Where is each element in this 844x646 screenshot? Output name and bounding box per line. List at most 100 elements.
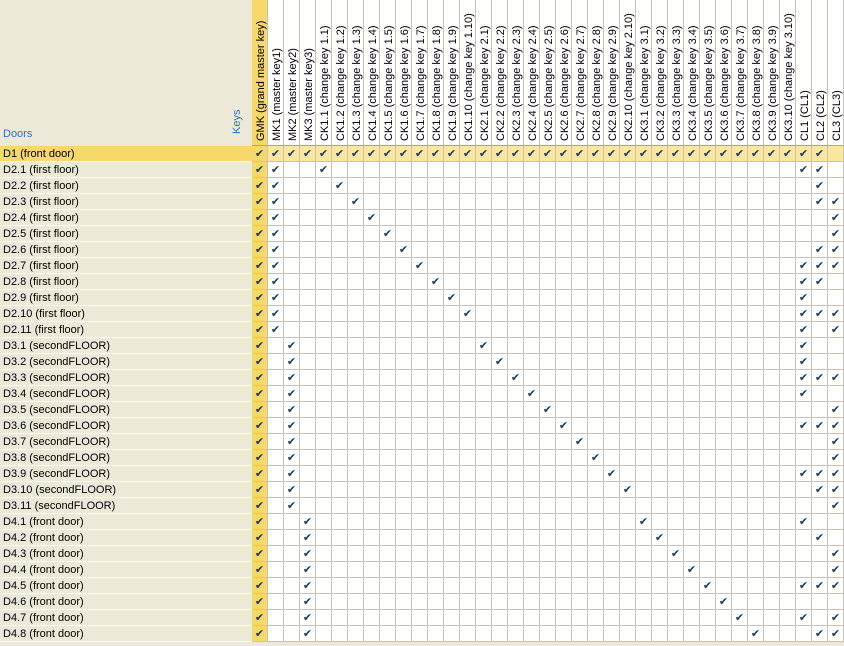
matrix-cell[interactable]	[524, 466, 540, 482]
matrix-cell[interactable]	[396, 530, 412, 546]
matrix-cell[interactable]	[652, 562, 668, 578]
matrix-cell[interactable]	[412, 514, 428, 530]
matrix-cell[interactable]	[556, 546, 572, 562]
door-row-header[interactable]: D3.4 (secondFLOOR)	[0, 386, 252, 402]
matrix-cell[interactable]	[732, 386, 748, 402]
matrix-cell[interactable]	[556, 514, 572, 530]
matrix-cell[interactable]	[572, 274, 588, 290]
matrix-cell[interactable]	[556, 626, 572, 642]
matrix-cell[interactable]	[508, 482, 524, 498]
matrix-cell[interactable]	[764, 290, 780, 306]
matrix-cell[interactable]	[476, 370, 492, 386]
matrix-cell[interactable]	[700, 162, 716, 178]
matrix-cell[interactable]	[316, 594, 332, 610]
matrix-cell[interactable]	[604, 306, 620, 322]
matrix-cell[interactable]	[316, 482, 332, 498]
matrix-cell[interactable]: ✔	[412, 146, 428, 162]
door-row-header[interactable]: D3.11 (secondFLOOR)	[0, 498, 252, 514]
matrix-cell[interactable]	[476, 402, 492, 418]
matrix-cell[interactable]	[700, 530, 716, 546]
matrix-cell[interactable]	[652, 210, 668, 226]
matrix-cell[interactable]	[652, 594, 668, 610]
matrix-cell[interactable]	[556, 450, 572, 466]
matrix-cell[interactable]	[700, 290, 716, 306]
matrix-cell[interactable]	[476, 354, 492, 370]
key-column-header[interactable]: CK3.9 (change key 3.9)	[764, 0, 780, 146]
matrix-cell[interactable]: ✔	[252, 434, 268, 450]
matrix-cell[interactable]	[428, 162, 444, 178]
matrix-cell[interactable]	[540, 258, 556, 274]
matrix-cell[interactable]	[364, 578, 380, 594]
matrix-cell[interactable]	[780, 610, 796, 626]
door-row-header[interactable]: D4.3 (front door)	[0, 546, 252, 562]
matrix-cell[interactable]: ✔	[796, 322, 812, 338]
matrix-cell[interactable]	[620, 594, 636, 610]
matrix-cell[interactable]	[652, 290, 668, 306]
matrix-cell[interactable]	[780, 354, 796, 370]
matrix-cell[interactable]: ✔	[812, 418, 828, 434]
matrix-cell[interactable]	[412, 226, 428, 242]
matrix-cell[interactable]	[764, 562, 780, 578]
matrix-cell[interactable]	[348, 162, 364, 178]
matrix-cell[interactable]	[668, 242, 684, 258]
matrix-cell[interactable]: ✔	[300, 530, 316, 546]
matrix-cell[interactable]	[652, 386, 668, 402]
matrix-cell[interactable]	[412, 594, 428, 610]
matrix-cell[interactable]	[780, 162, 796, 178]
matrix-cell[interactable]	[716, 306, 732, 322]
matrix-cell[interactable]	[604, 562, 620, 578]
matrix-cell[interactable]	[700, 626, 716, 642]
matrix-cell[interactable]	[396, 434, 412, 450]
matrix-cell[interactable]	[524, 242, 540, 258]
matrix-cell[interactable]	[556, 322, 572, 338]
matrix-cell[interactable]	[316, 258, 332, 274]
matrix-cell[interactable]: ✔	[268, 306, 284, 322]
matrix-cell[interactable]	[380, 450, 396, 466]
matrix-cell[interactable]	[636, 578, 652, 594]
key-column-header[interactable]: CK3.5 (change key 3.5)	[700, 0, 716, 146]
matrix-cell[interactable]	[396, 162, 412, 178]
matrix-cell[interactable]	[716, 242, 732, 258]
matrix-cell[interactable]	[684, 386, 700, 402]
matrix-cell[interactable]	[684, 354, 700, 370]
matrix-cell[interactable]: ✔	[284, 450, 300, 466]
matrix-cell[interactable]	[460, 290, 476, 306]
matrix-cell[interactable]	[476, 610, 492, 626]
matrix-cell[interactable]: ✔	[828, 242, 844, 258]
matrix-cell[interactable]	[332, 290, 348, 306]
matrix-cell[interactable]	[636, 370, 652, 386]
matrix-cell[interactable]	[428, 306, 444, 322]
matrix-cell[interactable]	[508, 226, 524, 242]
matrix-cell[interactable]	[604, 226, 620, 242]
matrix-cell[interactable]	[780, 402, 796, 418]
matrix-cell[interactable]	[348, 290, 364, 306]
matrix-cell[interactable]: ✔	[540, 402, 556, 418]
matrix-cell[interactable]: ✔	[796, 354, 812, 370]
matrix-cell[interactable]: ✔	[812, 482, 828, 498]
matrix-cell[interactable]	[332, 626, 348, 642]
matrix-cell[interactable]	[348, 274, 364, 290]
matrix-cell[interactable]	[796, 498, 812, 514]
matrix-cell[interactable]	[684, 482, 700, 498]
matrix-cell[interactable]	[412, 178, 428, 194]
matrix-cell[interactable]	[332, 306, 348, 322]
key-column-header[interactable]: CK1.8 (change key 1.8)	[428, 0, 444, 146]
key-column-header[interactable]: CK2.8 (change key 2.8)	[588, 0, 604, 146]
matrix-cell[interactable]	[684, 370, 700, 386]
matrix-cell[interactable]	[300, 386, 316, 402]
matrix-cell[interactable]	[636, 210, 652, 226]
matrix-cell[interactable]	[540, 354, 556, 370]
matrix-cell[interactable]	[348, 402, 364, 418]
matrix-cell[interactable]	[300, 306, 316, 322]
matrix-cell[interactable]	[380, 258, 396, 274]
matrix-cell[interactable]	[492, 290, 508, 306]
matrix-cell[interactable]: ✔	[716, 594, 732, 610]
matrix-cell[interactable]	[588, 418, 604, 434]
matrix-cell[interactable]	[268, 338, 284, 354]
matrix-cell[interactable]	[316, 178, 332, 194]
matrix-cell[interactable]	[652, 466, 668, 482]
matrix-cell[interactable]	[524, 226, 540, 242]
matrix-cell[interactable]	[460, 610, 476, 626]
matrix-cell[interactable]	[284, 530, 300, 546]
matrix-cell[interactable]	[732, 466, 748, 482]
